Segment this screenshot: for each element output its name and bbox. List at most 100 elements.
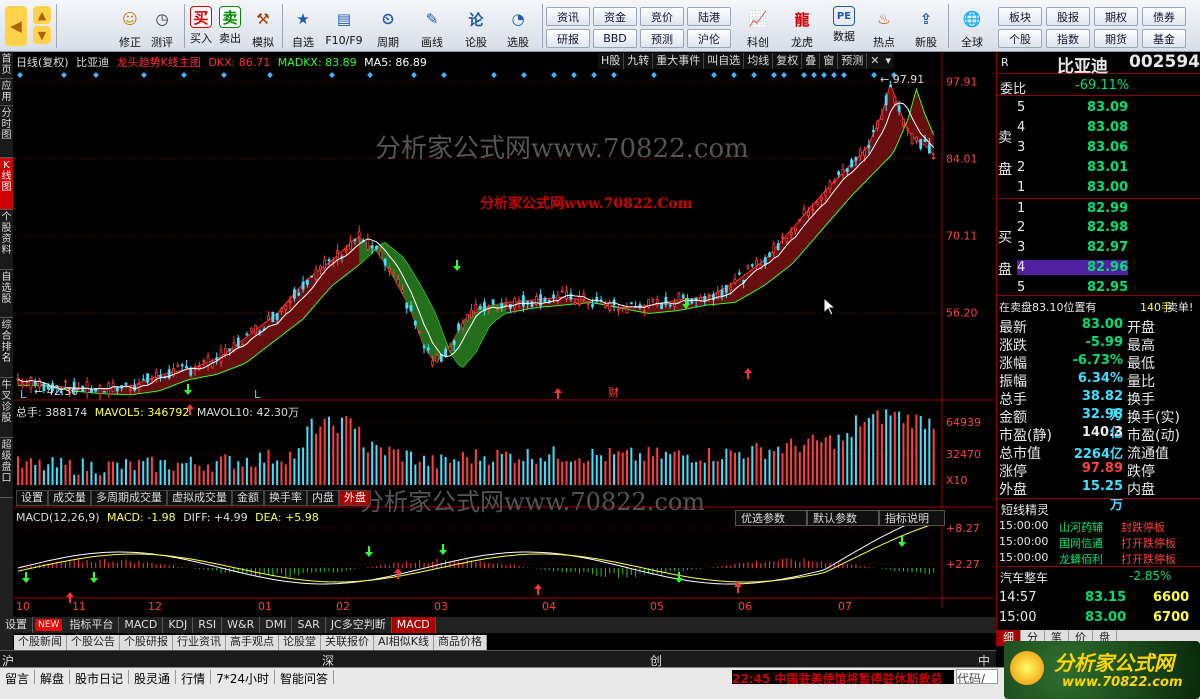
fund-button[interactable]: 资金 bbox=[593, 7, 637, 26]
auction-button[interactable]: 竞价 bbox=[640, 7, 684, 26]
close-view-icon[interactable]: ✕ bbox=[867, 53, 882, 69]
left-tab-apps[interactable]: 应用 bbox=[0, 79, 13, 106]
sell-level[interactable]: 4 83.08 bbox=[997, 118, 1200, 138]
buy-button[interactable]: 买 买入 bbox=[188, 3, 214, 50]
hk-connect-button[interactable]: 陆港 bbox=[687, 7, 731, 26]
data-button[interactable]: PE 数据 bbox=[826, 3, 862, 50]
short-line-item[interactable]: 15:00:00 山河药辅 封跌停板 bbox=[997, 518, 1200, 534]
status-item[interactable]: 解盘 bbox=[35, 670, 71, 686]
news-ticker[interactable]: 22:45 中国驻美使馆将暂停驻休斯敦总 bbox=[732, 670, 954, 684]
down-arrow-icon[interactable]: ▼ bbox=[33, 26, 51, 44]
shanghai-london-button[interactable]: 沪伦 bbox=[687, 29, 731, 48]
news-tab[interactable]: 商品价格 bbox=[434, 635, 487, 650]
search-input[interactable]: 代码/名 bbox=[956, 669, 998, 684]
sell-button[interactable]: 卖 卖出 bbox=[217, 3, 243, 50]
sector-button[interactable]: 板块 bbox=[998, 7, 1042, 26]
left-tab-profile[interactable]: 个股资料 bbox=[0, 210, 13, 270]
short-line-item[interactable]: 15:00:00 龙蟒佰利 打开跌停板 bbox=[997, 550, 1200, 566]
left-tab-ranking[interactable]: 综合排名 bbox=[0, 318, 13, 378]
research-button[interactable]: 研报 bbox=[546, 29, 590, 48]
indicator-help-button[interactable]: 指标说明 bbox=[879, 510, 945, 526]
global-button[interactable]: 🌐 全球 bbox=[954, 3, 990, 50]
bbd-button[interactable]: BBD bbox=[593, 29, 637, 48]
indicator-tab[interactable]: SAR bbox=[292, 617, 326, 633]
chart-menu-item[interactable]: H股 bbox=[598, 53, 625, 69]
sell-level[interactable]: 3 83.06 bbox=[997, 138, 1200, 158]
indicator-tab[interactable]: KDJ bbox=[163, 617, 194, 633]
buy-level[interactable]: 2 82.98 bbox=[997, 218, 1200, 238]
indicator-tab[interactable]: JC多空判断 bbox=[326, 617, 392, 633]
index-button[interactable]: 指数 bbox=[1046, 29, 1090, 48]
news-tab[interactable]: 高手观点 bbox=[226, 635, 279, 650]
status-item[interactable]: 智能问答 bbox=[275, 670, 334, 686]
forecast-button[interactable]: 预测 bbox=[640, 29, 684, 48]
funds-button[interactable]: 基金 bbox=[1142, 29, 1186, 48]
indicator-tab[interactable]: MACD bbox=[391, 617, 436, 633]
optimal-params-button[interactable]: 优选参数 bbox=[735, 510, 807, 526]
toolbar-btn-xiuzheng[interactable]: ☺ 修正 bbox=[115, 3, 145, 50]
status-item[interactable]: 留言 bbox=[0, 670, 36, 686]
up-arrow-icon[interactable]: ▲ bbox=[33, 6, 51, 24]
period-label[interactable]: 日线(复权) bbox=[16, 56, 69, 69]
buy-level[interactable]: 1 82.99 bbox=[997, 198, 1200, 218]
simulate-button[interactable]: ⚒ 模拟 bbox=[248, 3, 278, 50]
stock-button[interactable]: 个股 bbox=[998, 29, 1042, 48]
macd-params[interactable]: MACD(12,26,9) bbox=[16, 511, 100, 524]
forum-button[interactable]: 论 论股 bbox=[458, 3, 494, 50]
f10-button[interactable]: ▤ F10/F9 bbox=[324, 3, 364, 50]
left-tab-home[interactable]: 首页 bbox=[0, 52, 13, 79]
indicator-tab[interactable]: NEW bbox=[35, 619, 63, 631]
buy-level[interactable]: 4 82.96 bbox=[997, 258, 1200, 278]
indicator-tab[interactable]: RSI bbox=[193, 617, 223, 633]
watchlist-button[interactable]: ★ 自选 bbox=[286, 3, 320, 50]
indicator-tab[interactable]: DMI bbox=[260, 617, 293, 633]
sell-level[interactable]: 1 83.00 bbox=[997, 178, 1200, 198]
short-line-item[interactable]: 15:00:00 国网信通 打开跌停板 bbox=[997, 534, 1200, 550]
sell-level[interactable]: 2 83.01 bbox=[997, 158, 1200, 178]
buy-level[interactable]: 3 82.97 bbox=[997, 238, 1200, 258]
status-item[interactable]: 股市日记 bbox=[70, 670, 130, 686]
hotspot-button[interactable]: ♨ 热点 bbox=[866, 3, 902, 50]
news-tab[interactable]: 关联报价 bbox=[321, 635, 374, 650]
volume-tab[interactable]: 设置 bbox=[16, 490, 48, 506]
news-tab[interactable]: 论股堂 bbox=[279, 635, 321, 650]
chart-menu-item[interactable]: 重大事件 bbox=[653, 53, 705, 69]
volume-tab[interactable]: 虚拟成交量 bbox=[167, 490, 232, 506]
ipo-button[interactable]: ⇪ 新股 bbox=[908, 3, 944, 50]
stock-picker-button[interactable]: ◔ 选股 bbox=[500, 3, 536, 50]
menu-dropdown-icon[interactable]: ▾ bbox=[883, 53, 895, 69]
status-item[interactable]: 行情 bbox=[176, 670, 212, 686]
indicator-name[interactable]: 龙头趋势K线主图 bbox=[117, 56, 201, 69]
options-button[interactable]: 期权 bbox=[1094, 7, 1138, 26]
default-params-button[interactable]: 默认参数 bbox=[807, 510, 879, 526]
chart-menu-item[interactable]: 九转 bbox=[624, 53, 654, 69]
news-tab[interactable]: 个股新闻 bbox=[14, 635, 67, 650]
left-tab-intraday[interactable]: 分时图 bbox=[0, 106, 13, 158]
news-tab[interactable]: AI相似K线 bbox=[374, 635, 434, 650]
volume-tab[interactable]: 内盘 bbox=[307, 490, 339, 506]
stock-report-button[interactable]: 股报 bbox=[1046, 7, 1090, 26]
status-item[interactable]: 7*24小时 bbox=[211, 670, 275, 686]
news-tab[interactable]: 行业资讯 bbox=[173, 635, 226, 650]
chart-menu-item[interactable]: 均线 bbox=[744, 53, 774, 69]
indicator-tab[interactable]: 设置 bbox=[0, 617, 33, 633]
bonds-button[interactable]: 债券 bbox=[1142, 7, 1186, 26]
chart-menu-item[interactable]: 预测 bbox=[838, 53, 868, 69]
star-market-button[interactable]: 📈 科创 bbox=[740, 3, 776, 50]
futures-button[interactable]: 期货 bbox=[1094, 29, 1138, 48]
news-button[interactable]: 资讯 bbox=[546, 7, 590, 26]
news-tab[interactable]: 个股研报 bbox=[120, 635, 173, 650]
sector-name[interactable]: 汽车整车 bbox=[1000, 569, 1048, 586]
nav-up-down[interactable]: ▲ ▼ bbox=[32, 3, 52, 50]
sell-level[interactable]: 5 83.09 bbox=[997, 98, 1200, 118]
left-tab-super-panel[interactable]: 超级盘口 bbox=[0, 438, 13, 498]
short-line-title[interactable]: 短线精灵 bbox=[1001, 501, 1049, 518]
volume-tab[interactable]: 多周期成交量 bbox=[91, 490, 167, 506]
chart-menu-item[interactable]: 叠 bbox=[802, 53, 821, 69]
indicator-tab[interactable]: MACD bbox=[119, 617, 164, 633]
draw-line-button[interactable]: ✎ 画线 bbox=[414, 3, 450, 50]
volume-tab[interactable]: 金额 bbox=[232, 490, 264, 506]
left-tab-kline[interactable]: K线图 bbox=[0, 158, 13, 210]
news-tab[interactable]: 个股公告 bbox=[67, 635, 120, 650]
chart-menu-item[interactable]: 窗 bbox=[820, 53, 839, 69]
